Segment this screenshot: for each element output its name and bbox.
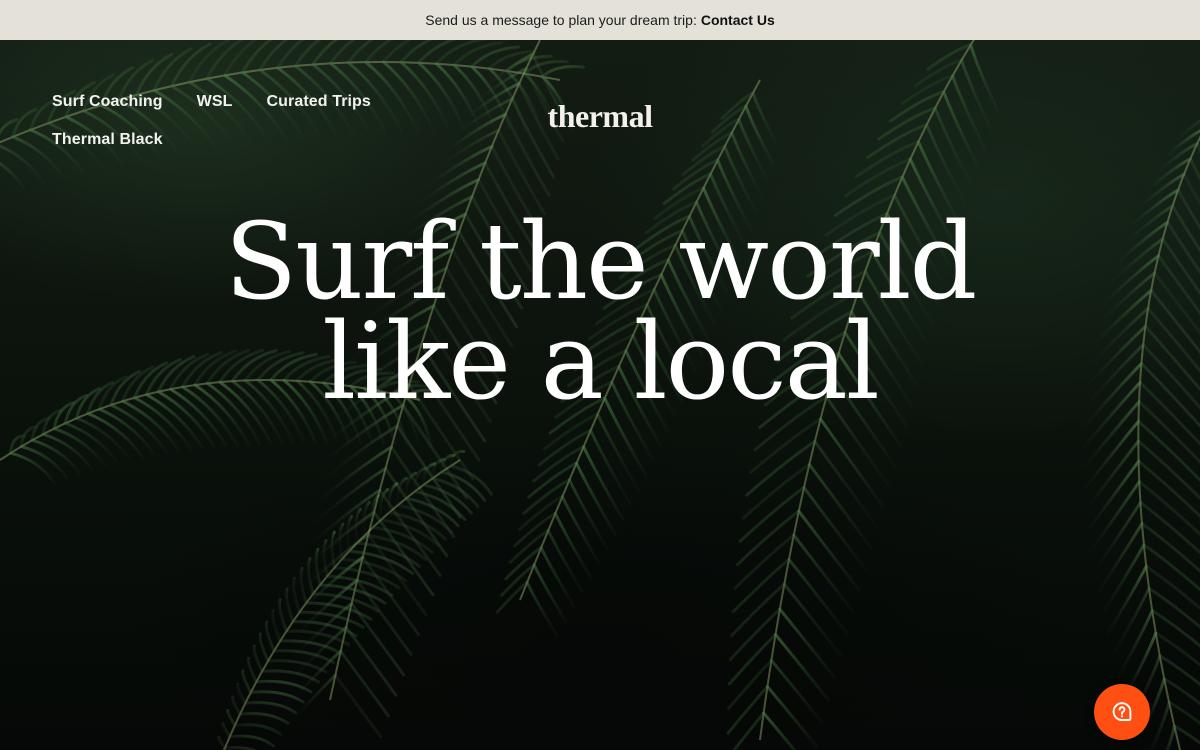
hero-headline-line-1: Surf the world (0, 212, 1200, 312)
help-chat-button[interactable] (1094, 684, 1150, 740)
help-chat-icon (1110, 700, 1134, 724)
hero-section: Surf Coaching WSL Curated Trips Thermal … (0, 40, 1200, 750)
site-logo[interactable]: thermal (0, 98, 1200, 135)
contact-us-link[interactable]: Contact Us (701, 12, 775, 28)
hero-headline: Surf the world like a local (0, 212, 1200, 412)
hero-headline-line-2: like a local (0, 312, 1200, 412)
announcement-text: Send us a message to plan your dream tri… (425, 12, 697, 28)
announcement-bar: Send us a message to plan your dream tri… (0, 0, 1200, 40)
